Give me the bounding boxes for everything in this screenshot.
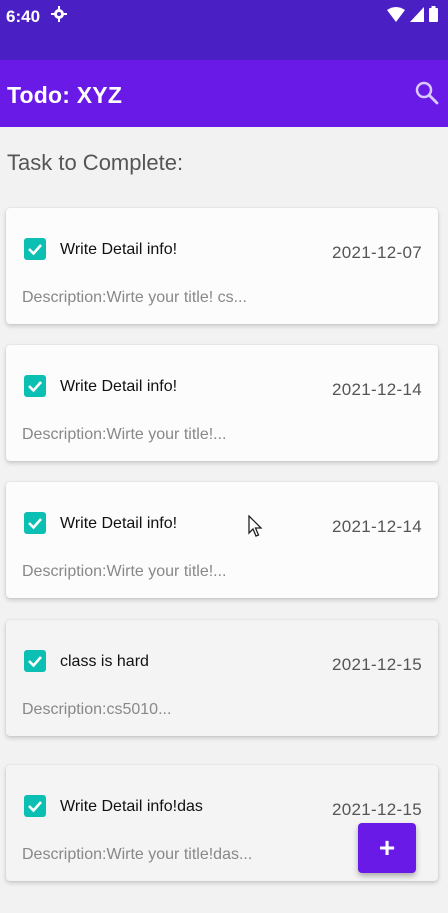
task-description: Description:cs5010... — [22, 701, 172, 718]
task-card[interactable]: Write Detail info! 2021-12-14 Descriptio… — [6, 345, 438, 461]
add-task-button[interactable]: + — [358, 823, 416, 873]
task-card[interactable]: Write Detail info! 2021-12-14 Descriptio… — [6, 482, 438, 598]
battery-icon — [429, 6, 438, 27]
task-description: Description:Wirte your title!... — [22, 563, 227, 580]
task-date: 2021-12-15 — [332, 655, 422, 674]
task-card[interactable]: Write Detail info! 2021-12-07 Descriptio… — [6, 208, 438, 324]
gear-icon — [51, 6, 67, 27]
signal-icon — [410, 6, 424, 27]
task-date: 2021-12-14 — [332, 517, 422, 536]
task-description: Description:Wirte your title! cs... — [22, 289, 247, 306]
app-title: Todo: XYZ — [7, 82, 123, 108]
task-title: Write Detail info! — [60, 241, 178, 258]
status-bar: 6:40 — [0, 0, 448, 60]
add-icon: + — [378, 832, 396, 863]
task-title: Write Detail info! — [60, 515, 178, 532]
task-checkbox[interactable] — [24, 238, 46, 260]
wifi-icon — [387, 6, 405, 27]
task-checkbox[interactable] — [24, 795, 46, 817]
status-icons — [387, 6, 438, 27]
app-bar: Todo: XYZ — [0, 60, 448, 127]
task-description: Description:Wirte your title!... — [22, 426, 227, 443]
task-title: Write Detail info!das — [60, 798, 203, 815]
task-card[interactable]: class is hard 2021-12-15 Description:cs5… — [6, 620, 438, 736]
task-date: 2021-12-07 — [332, 243, 422, 262]
task-checkbox[interactable] — [24, 512, 46, 534]
task-checkbox[interactable] — [24, 650, 46, 672]
mouse-cursor-icon — [248, 514, 264, 544]
todo-screen: 6:40 Todo: XYZ Task to Complete: Write D… — [0, 0, 448, 913]
status-time: 6:40 — [6, 7, 41, 26]
task-description: Description:Wirte your title!das... — [22, 846, 253, 863]
task-date: 2021-12-14 — [332, 380, 422, 399]
section-title: Task to Complete: — [7, 150, 184, 175]
task-checkbox[interactable] — [24, 375, 46, 397]
task-title: class is hard — [60, 653, 149, 670]
search-icon[interactable] — [414, 80, 440, 106]
task-title: Write Detail info! — [60, 378, 178, 395]
task-date: 2021-12-15 — [332, 800, 422, 819]
